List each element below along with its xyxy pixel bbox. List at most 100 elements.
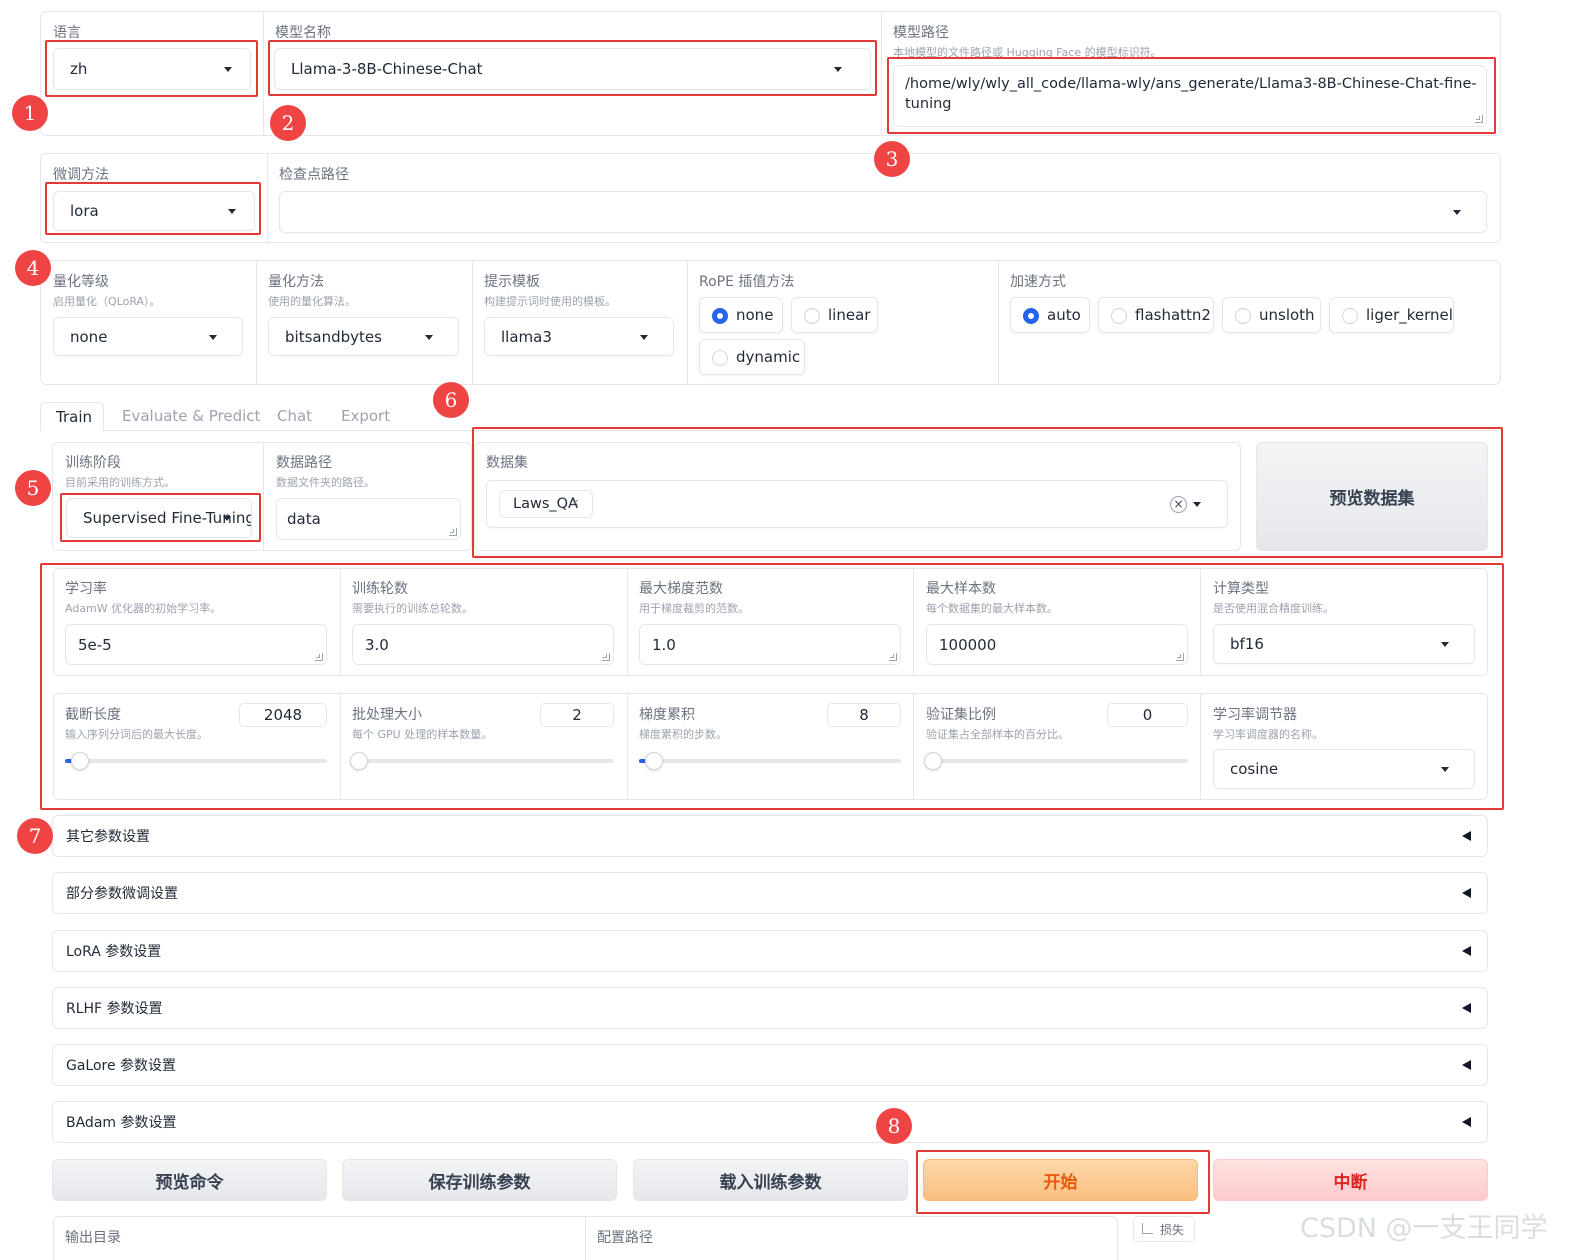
chevron-down-icon xyxy=(209,334,217,340)
lr-scheduler-dropdown[interactable]: cosine xyxy=(1213,749,1475,789)
checkpoint-label: 检查点路径 xyxy=(279,167,349,183)
model-name-label: 模型名称 xyxy=(275,25,331,41)
slider-handle[interactable] xyxy=(71,752,89,770)
template-info: 构建提示词时使用的模板。 xyxy=(484,295,616,308)
model-path-label: 模型路径 xyxy=(893,25,949,41)
learning-rate-info: AdamW 优化器的初始学习率。 xyxy=(65,602,222,615)
stage-dropdown[interactable]: Supervised Fine-Tuning xyxy=(66,498,252,538)
epochs-input[interactable]: 3.0 xyxy=(352,624,614,665)
resize-handle-icon[interactable] xyxy=(602,653,610,661)
radio-icon xyxy=(1235,308,1251,324)
batch-size-number[interactable]: 2 xyxy=(540,703,614,727)
language-label: 语言 xyxy=(53,25,81,41)
chevron-down-icon xyxy=(834,67,842,72)
accordion-rlhf-params[interactable]: RLHF 参数设置 xyxy=(52,987,1488,1029)
learning-rate-input[interactable]: 5e-5 xyxy=(65,624,327,665)
cutoff-len-label: 截断长度 xyxy=(65,707,121,723)
slider-handle[interactable] xyxy=(924,752,942,770)
output-panel xyxy=(53,1216,1118,1260)
resize-handle-icon[interactable] xyxy=(449,528,457,536)
slider-handle[interactable] xyxy=(645,752,663,770)
radio-icon xyxy=(1023,308,1039,324)
cutoff-len-number[interactable]: 2048 xyxy=(239,703,327,727)
radio-icon xyxy=(1111,308,1127,324)
finetune-label: 微调方法 xyxy=(53,167,109,183)
preview-command-button[interactable]: 预览命令 xyxy=(52,1159,327,1201)
quant-bit-dropdown[interactable]: none xyxy=(53,317,243,356)
stop-button[interactable]: 中断 xyxy=(1213,1159,1488,1201)
booster-option-auto[interactable]: auto xyxy=(1010,297,1090,333)
max-samples-label: 最大样本数 xyxy=(926,581,996,597)
booster-option-liger-kernel[interactable]: liger_kernel xyxy=(1329,297,1454,333)
quant-method-info: 使用的量化算法。 xyxy=(268,295,356,308)
template-value: llama3 xyxy=(501,327,552,346)
max-grad-norm-input[interactable]: 1.0 xyxy=(639,624,901,665)
step-badge-2: 2 xyxy=(270,105,306,141)
compute-type-dropdown[interactable]: bf16 xyxy=(1213,624,1475,664)
accordion-badam-params[interactable]: BAdam 参数设置 xyxy=(52,1101,1488,1143)
resize-handle-icon[interactable] xyxy=(889,653,897,661)
chip-close-icon[interactable]: × xyxy=(568,496,582,510)
val-size-number[interactable]: 0 xyxy=(1107,703,1188,727)
step-badge-5: 5 xyxy=(15,470,51,506)
quant-bit-value: none xyxy=(70,327,108,346)
clear-icon[interactable]: × xyxy=(1170,496,1187,513)
chevron-down-icon xyxy=(224,67,232,72)
booster-option-flashattn2[interactable]: flashattn2 xyxy=(1098,297,1214,333)
resize-handle-icon[interactable] xyxy=(315,653,323,661)
grad-accum-slider[interactable] xyxy=(639,752,901,770)
rope-option-linear[interactable]: linear xyxy=(791,297,878,333)
batch-size-slider[interactable] xyxy=(350,752,614,770)
chevron-down-icon xyxy=(1441,767,1449,772)
booster-option-unsloth[interactable]: unsloth xyxy=(1222,297,1321,333)
save-args-button[interactable]: 保存训练参数 xyxy=(342,1159,617,1201)
model-path-line2: tuning xyxy=(905,96,952,112)
grad-accum-number[interactable]: 8 xyxy=(827,703,901,727)
lr-scheduler-label: 学习率调节器 xyxy=(1213,707,1297,723)
tab-evaluate-predict[interactable]: Evaluate & Predict xyxy=(122,407,260,425)
quant-method-dropdown[interactable]: bitsandbytes xyxy=(268,317,459,356)
resize-handle-icon[interactable] xyxy=(1475,115,1483,123)
rope-option-none[interactable]: none xyxy=(699,297,783,333)
accordion-freeze-params[interactable]: 部分参数微调设置 xyxy=(52,872,1488,914)
collapse-arrow-icon xyxy=(1462,888,1471,898)
dataset-dir-textarea[interactable]: data xyxy=(276,498,461,540)
dataset-multiselect[interactable]: Laws_QA × × xyxy=(486,480,1228,528)
watermark: CSDN @一支王同学 xyxy=(1300,1213,1548,1244)
quant-bit-label: 量化等级 xyxy=(53,274,109,290)
start-button[interactable]: 开始 xyxy=(923,1159,1198,1201)
val-size-info: 验证集占全部样本的百分比。 xyxy=(926,728,1069,741)
cutoff-len-slider[interactable] xyxy=(65,752,327,770)
tab-chat[interactable]: Chat xyxy=(277,407,312,425)
max-samples-input[interactable]: 100000 xyxy=(926,624,1188,665)
epochs-label: 训练轮数 xyxy=(352,581,408,597)
slider-handle[interactable] xyxy=(350,752,368,770)
preview-dataset-button[interactable]: 预览数据集 xyxy=(1256,442,1488,551)
compute-type-info: 是否使用混合精度训练。 xyxy=(1213,602,1334,615)
config-path-label: 配置路径 xyxy=(597,1230,653,1246)
radio-icon xyxy=(712,350,728,366)
tab-export[interactable]: Export xyxy=(341,407,390,425)
val-size-slider[interactable] xyxy=(924,752,1188,770)
rope-option-dynamic[interactable]: dynamic xyxy=(699,339,805,375)
chevron-down-icon[interactable] xyxy=(1193,502,1201,507)
quant-bit-info: 启用量化（QLoRA）。 xyxy=(53,295,161,308)
model-name-dropdown[interactable]: Llama-3-8B-Chinese-Chat xyxy=(274,48,871,90)
model-path-line1: /home/wly/wly_all_code/llama-wly/ans_gen… xyxy=(905,76,1477,92)
tab-train[interactable]: Train xyxy=(40,402,104,432)
checkpoint-dropdown[interactable] xyxy=(279,191,1487,233)
language-dropdown[interactable]: zh xyxy=(53,48,251,90)
accordion-lora-params[interactable]: LoRA 参数设置 xyxy=(52,930,1488,972)
finetune-dropdown[interactable]: lora xyxy=(53,191,255,231)
accordion-galore-params[interactable]: GaLore 参数设置 xyxy=(52,1044,1488,1086)
model-path-textarea[interactable]: /home/wly/wly_all_code/llama-wly/ans_gen… xyxy=(893,65,1487,127)
chevron-down-icon xyxy=(228,209,236,214)
radio-icon xyxy=(712,308,728,324)
lr-scheduler-info: 学习率调度器的名称。 xyxy=(1213,728,1323,741)
collapse-arrow-icon xyxy=(1462,831,1471,841)
dataset-dir-value: data xyxy=(287,510,321,528)
template-dropdown[interactable]: llama3 xyxy=(484,317,674,356)
load-args-button[interactable]: 载入训练参数 xyxy=(633,1159,908,1201)
accordion-other-params[interactable]: 其它参数设置 xyxy=(52,815,1488,857)
resize-handle-icon[interactable] xyxy=(1176,653,1184,661)
